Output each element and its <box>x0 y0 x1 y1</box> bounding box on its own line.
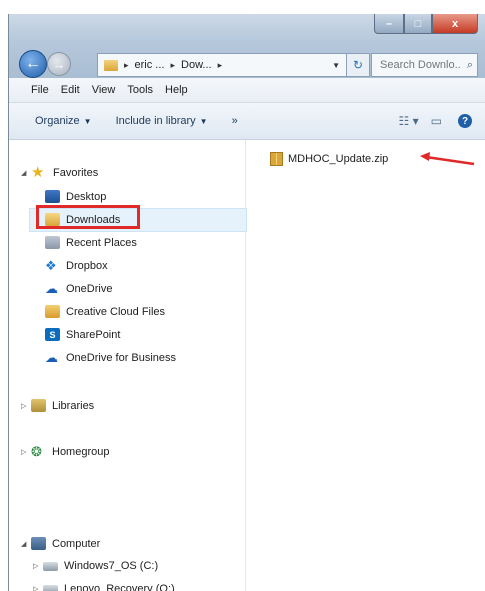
breadcrumb-separator[interactable]: ▸ <box>124 60 129 71</box>
expand-arrow-icon[interactable]: ◢ <box>21 169 31 177</box>
change-view-icon[interactable]: ☷ ▾ <box>399 114 419 128</box>
nav-onedrive-for-business[interactable]: ☁ OneDrive for Business <box>45 351 176 364</box>
nav-label: Recent Places <box>66 236 137 249</box>
annotation-arrow-icon <box>420 152 475 166</box>
file-name: MDHOC_Update.zip <box>288 153 389 165</box>
nav-sharepoint[interactable]: S SharePoint <box>45 328 120 341</box>
nav-creative-cloud-files[interactable]: Creative Cloud Files <box>45 305 165 318</box>
nav-label: Favorites <box>53 166 99 179</box>
nav-label: OneDrive for Business <box>66 351 177 364</box>
dropbox-icon: ❖ <box>45 258 57 273</box>
cloud-icon: ☁ <box>45 350 58 365</box>
breadcrumb-downloads[interactable]: Dow... <box>181 59 212 71</box>
window-controls: – □ x <box>374 14 478 34</box>
maximize-button[interactable]: □ <box>404 14 432 34</box>
forward-arrow-icon: → <box>52 56 66 72</box>
refresh-icon: ↻ <box>352 58 364 72</box>
command-bar: Organize ▼ Include in library ▼ » ☷ ▾ ▭ ? <box>9 103 485 140</box>
breadcrumb-user[interactable]: eric ... <box>135 59 165 71</box>
more-commands-button[interactable]: » <box>232 115 238 127</box>
expand-arrow-icon[interactable]: ▷ <box>21 402 31 410</box>
zip-folder-icon <box>270 152 283 166</box>
refresh-button[interactable]: ↻ <box>346 53 370 77</box>
breadcrumb-separator[interactable]: ▸ <box>218 60 223 71</box>
file-item[interactable]: MDHOC_Update.zip <box>270 152 388 166</box>
search-input[interactable] <box>378 58 462 72</box>
preview-pane-icon[interactable]: ▭ <box>431 114 442 128</box>
drive-icon <box>43 584 58 591</box>
nav-drive-q[interactable]: ▷ Lenovo_Recovery (Q:) <box>33 583 175 591</box>
menu-edit[interactable]: Edit <box>61 84 80 96</box>
recent-places-icon <box>45 236 60 249</box>
computer-icon <box>31 537 46 550</box>
organize-label: Organize <box>35 115 80 127</box>
menu-file[interactable]: File <box>31 84 49 96</box>
help-icon[interactable]: ? <box>458 114 472 128</box>
nav-dropbox[interactable]: ❖ Dropbox <box>45 259 108 272</box>
nav-label: Lenovo_Recovery (Q:) <box>64 583 175 591</box>
menu-tools[interactable]: Tools <box>127 84 153 96</box>
include-in-library-button[interactable]: Include in library ▼ <box>116 115 208 127</box>
nav-desktop[interactable]: Desktop <box>45 190 106 203</box>
nav-favorites[interactable]: ◢ ★ Favorites <box>21 164 99 181</box>
back-button[interactable]: ← <box>19 50 47 78</box>
homegroup-icon: ❂ <box>31 444 42 459</box>
nav-label: Computer <box>52 537 101 550</box>
menu-view[interactable]: View <box>92 84 116 96</box>
breadcrumb-separator[interactable]: ▸ <box>170 60 175 71</box>
nav-label: Desktop <box>66 190 107 203</box>
chevron-down-icon: ▼ <box>83 117 92 126</box>
nav-homegroup[interactable]: ▷ ❂ Homegroup <box>21 445 109 458</box>
libraries-icon <box>31 399 46 412</box>
menu-bar: File Edit View Tools Help <box>9 78 485 103</box>
nav-label: OneDrive <box>66 282 113 295</box>
nav-label: SharePoint <box>66 328 121 341</box>
nav-label: Dropbox <box>66 259 108 272</box>
expand-arrow-icon[interactable]: ▷ <box>33 562 43 570</box>
annotation-highlight-box <box>36 205 140 229</box>
nav-computer[interactable]: ◢ Computer <box>21 537 100 550</box>
nav-label: Homegroup <box>52 445 110 458</box>
sharepoint-icon: S <box>45 328 60 341</box>
expand-arrow-icon[interactable]: ▷ <box>33 585 43 591</box>
desktop-icon <box>45 190 60 203</box>
chevron-down-icon: ▼ <box>199 117 208 126</box>
nav-label: Windows7_OS (C:) <box>64 560 159 572</box>
expand-arrow-icon[interactable]: ◢ <box>21 540 31 548</box>
menu-help[interactable]: Help <box>165 84 188 96</box>
search-icon[interactable]: ⌕ <box>467 59 473 72</box>
nav-label: Creative Cloud Files <box>66 305 166 318</box>
search-box[interactable]: ⌕ <box>371 53 478 77</box>
minimize-button[interactable]: – <box>374 14 404 34</box>
folder-icon <box>104 59 118 71</box>
cloud-icon: ☁ <box>45 281 58 296</box>
expand-arrow-icon[interactable]: ▷ <box>21 448 31 456</box>
include-in-library-label: Include in library <box>115 115 196 127</box>
organize-button[interactable]: Organize ▼ <box>35 115 92 127</box>
nav-label: Libraries <box>52 399 95 412</box>
folder-icon <box>45 305 60 318</box>
star-icon: ★ <box>31 164 45 181</box>
navigation-pane: ◢ ★ Favorites Desktop Downloads Recent P… <box>9 140 247 591</box>
close-button[interactable]: x <box>432 14 478 34</box>
nav-recent-places[interactable]: Recent Places <box>45 236 137 249</box>
nav-onedrive[interactable]: ☁ OneDrive <box>45 282 112 295</box>
explorer-window: – □ x ← → ▸ eric ... ▸ Dow... ▸ ▼ ↻ ⌕ Fi… <box>8 14 485 591</box>
address-bar[interactable]: ▸ eric ... ▸ Dow... ▸ ▼ <box>97 53 347 77</box>
nav-drive-c[interactable]: ▷ Windows7_OS (C:) <box>33 560 158 572</box>
drive-icon <box>43 561 58 571</box>
file-list: MDHOC_Update.zip <box>246 140 485 591</box>
back-arrow-icon: ← <box>25 55 41 72</box>
nav-libraries[interactable]: ▷ Libraries <box>21 399 94 412</box>
title-bar: – □ x ← → ▸ eric ... ▸ Dow... ▸ ▼ ↻ ⌕ <box>9 14 485 78</box>
address-dropdown-icon[interactable]: ▼ <box>332 61 340 70</box>
forward-button[interactable]: → <box>47 52 71 76</box>
